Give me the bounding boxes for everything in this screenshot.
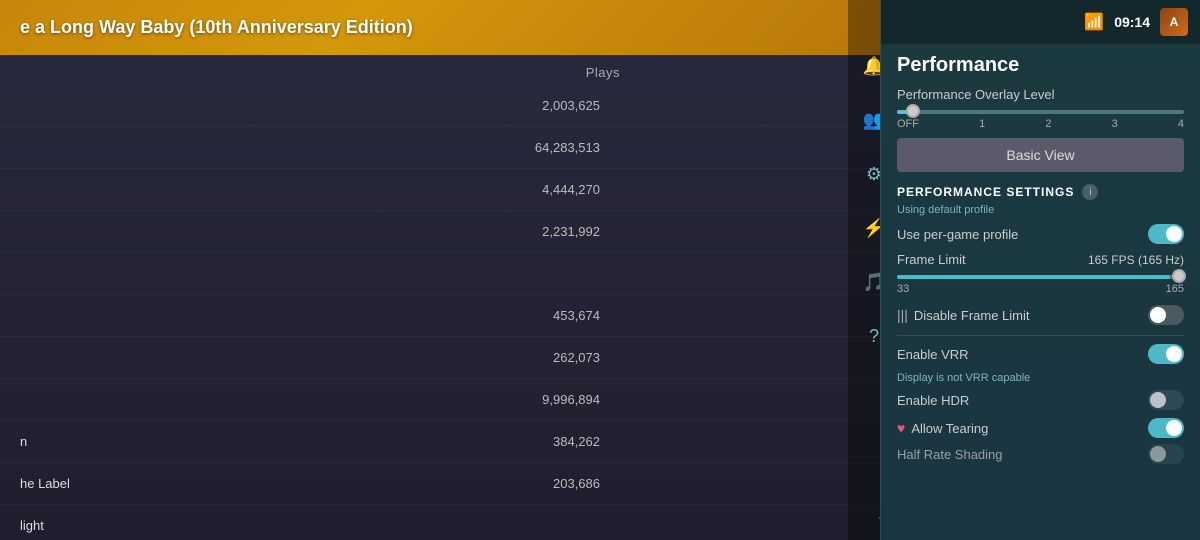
track-list: 2,003,625 64,283,513 4,444,270 2,231,992… [0,85,880,540]
track-plays: 2,003,625 [542,98,860,113]
music-app-main: e a Long Way Baby (10th Anniversary Edit… [0,0,880,540]
enable-vrr-toggle[interactable] [1148,344,1184,364]
wifi-icon: 📶 [1084,12,1104,32]
performance-title: Performance [897,54,1184,77]
frame-slider-fill [897,275,1170,279]
overlay-slider-thumb [906,104,920,118]
track-plays: 453,674 [553,308,860,323]
overlay-label-off: OFF [897,118,919,130]
enable-hdr-row: Enable HDR [897,390,1184,410]
vrr-sublabel: Display is not VRR capable [897,372,1184,384]
track-row[interactable]: n 384,262 [0,421,880,463]
use-per-game-row: Use per-game profile [897,224,1184,244]
frame-limit-row: Frame Limit 165 FPS (165 Hz) [897,252,1184,267]
half-rate-label: Half Rate Shading [897,447,1003,462]
overlay-slider-track[interactable] [897,110,1184,114]
track-plays: 64,283,513 [535,140,860,155]
frame-limit-label: Frame Limit [897,252,966,267]
track-row[interactable]: 2,003,625 [0,85,880,127]
track-name: light [20,518,600,533]
sidebar-topbar: 📶 09:14 A [881,0,1200,44]
disable-frame-icon: ||| [897,307,908,323]
overlay-label-1: 1 [979,118,985,130]
track-plays: 262,073 [553,350,860,365]
frame-slider-track[interactable] [897,275,1184,279]
track-row[interactable]: 262,073 [0,337,880,379]
track-row[interactable] [0,253,880,295]
track-plays: 4,444,270 [542,182,860,197]
frame-limit-value: 165 FPS (165 Hz) [1088,253,1184,267]
heart-icon: ♥ [897,420,905,436]
use-per-game-label: Use per-game profile [897,227,1018,242]
frame-max-label: 165 [1166,283,1184,295]
overlay-label-4: 4 [1178,118,1184,130]
basic-view-button[interactable]: Basic View [897,138,1184,172]
performance-panel: Performance Performance Overlay Level OF… [881,44,1200,474]
half-rate-shading-row: Half Rate Shading [897,444,1184,464]
disable-frame-label: Disable Frame Limit [914,308,1142,323]
frame-limit-slider[interactable]: 33 165 [897,275,1184,295]
overlay-label-3: 3 [1112,118,1118,130]
allow-tearing-toggle[interactable] [1148,418,1184,438]
track-plays: 384,262 [553,434,860,449]
enable-vrr-row: Enable VRR [897,344,1184,364]
track-plays: 2,231,992 [542,224,860,239]
enable-hdr-label: Enable HDR [897,393,969,408]
enable-vrr-label: Enable VRR [897,347,969,362]
overlay-slider[interactable]: OFF 1 2 3 4 [897,110,1184,130]
track-plays: 203,686 [553,476,860,491]
info-icon[interactable]: i [1082,184,1098,200]
avatar: A [1160,8,1188,36]
performance-settings-title: PERFORMANCE SETTINGS [897,185,1074,199]
frame-slider-labels: 33 165 [897,283,1184,295]
track-row[interactable]: 2,231,992 [0,211,880,253]
track-row[interactable]: 64,283,513 [0,127,880,169]
track-plays: 9,996,894 [542,392,860,407]
overlay-label-2: 2 [1045,118,1051,130]
overlay-labels: OFF 1 2 3 4 [897,118,1184,130]
plays-column-header: Plays [586,65,620,80]
performance-sidebar: 📶 09:14 A Performance Performance Overla… [880,0,1200,540]
using-default-label: Using default profile [897,204,1184,216]
track-row[interactable]: 4,444,270 [0,169,880,211]
overlay-level-label: Performance Overlay Level [897,87,1184,102]
frame-slider-thumb [1172,269,1186,283]
use-per-game-toggle[interactable] [1148,224,1184,244]
track-row[interactable]: 453,674 [0,295,880,337]
track-row[interactable]: light [0,505,880,540]
disable-frame-limit-row: ||| Disable Frame Limit [897,305,1184,325]
album-header: e a Long Way Baby (10th Anniversary Edit… [0,0,880,55]
album-title: e a Long Way Baby (10th Anniversary Edit… [20,17,413,38]
divider-1 [897,335,1184,336]
half-rate-toggle[interactable] [1148,444,1184,464]
performance-settings-header: PERFORMANCE SETTINGS i [897,184,1184,200]
disable-frame-toggle[interactable] [1148,305,1184,325]
frame-min-label: 33 [897,283,909,295]
clock-display: 09:14 [1114,14,1150,30]
allow-tearing-label: Allow Tearing [911,421,988,436]
track-name: n [20,434,553,449]
allow-tearing-row: ♥ Allow Tearing [897,418,1184,438]
track-name: he Label [20,476,553,491]
avatar-initials: A [1170,15,1179,29]
track-row[interactable]: he Label 203,686 [0,463,880,505]
enable-hdr-toggle[interactable] [1148,390,1184,410]
track-row[interactable]: 9,996,894 [0,379,880,421]
allow-tearing-label-group: ♥ Allow Tearing [897,420,988,436]
